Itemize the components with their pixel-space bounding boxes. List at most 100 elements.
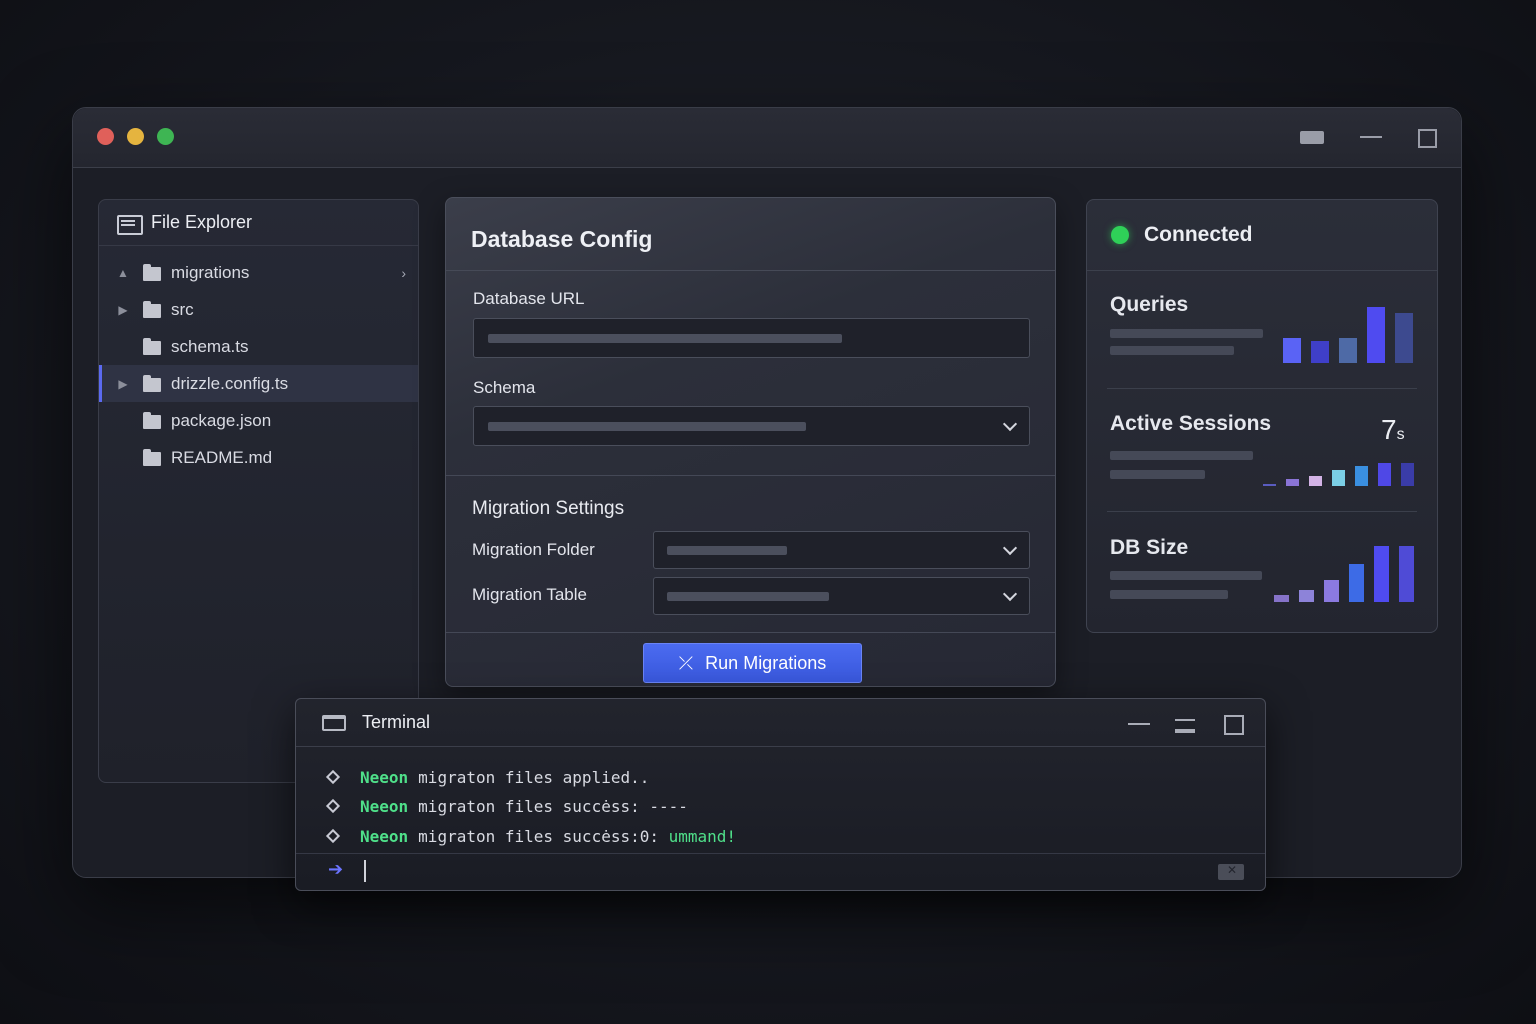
divider [296,853,1265,854]
chart-bar [1332,470,1345,486]
tree-item-label: package.json [171,410,272,430]
output-command: ummand! [668,826,737,846]
output-keyword: Neeon [360,826,409,846]
chart-bar [1367,307,1385,363]
tree-item-label: README.md [171,447,273,467]
run-migrations-button[interactable]: ⤫ Run Migrations [643,643,862,683]
sessions-mini-chart [1263,460,1417,486]
chart-bar [1339,338,1357,363]
chart-bar [1311,341,1329,363]
terminal-icon [322,714,346,731]
migration-table-label: Migration Table [472,585,587,604]
redacted-value [1110,470,1205,479]
file-tree: ▲ migrations › ▶ src schema.ts ▶ drizzle… [99,246,418,476]
expand-arrow-icon [117,452,129,464]
database-config-title: Database Config [446,198,1055,271]
chevron-down-icon [1002,416,1018,432]
tree-item-label: schema.ts [171,336,249,356]
terminal-title: Terminal [362,712,431,732]
queries-mini-chart [1283,307,1417,363]
expand-arrow-icon[interactable]: ▶ [117,304,129,316]
metric-queries: Queries [1087,271,1437,389]
tree-item-src[interactable]: ▶ src [99,291,418,328]
diamond-icon [325,828,341,844]
chart-bar [1355,466,1368,486]
zoom-window-button[interactable] [157,128,174,145]
redacted-value [667,592,829,601]
redacted-value [488,422,806,431]
redacted-value [1110,590,1228,599]
active-sessions-value: 7s [1381,414,1405,446]
metric-title: DB Size [1110,536,1189,559]
chart-bar [1309,476,1322,486]
chart-bar [1283,338,1301,363]
maximize-icon[interactable] [1413,126,1441,148]
chart-bar [1286,479,1299,486]
divider [1107,388,1417,389]
db-size-mini-chart [1274,546,1417,602]
terminal-header: Terminal [296,699,1265,747]
chevron-down-icon [1002,586,1018,602]
output-text: migraton files applied.. [418,767,650,787]
tree-item-drizzle-config[interactable]: ▶ drizzle.config.ts [99,365,418,402]
redacted-value [667,546,787,555]
tree-item-schema-ts[interactable]: schema.ts [99,328,418,365]
file-icon [143,338,161,355]
database-url-label: Database URL [473,289,585,308]
file-icon [143,375,161,392]
chart-bar [1374,546,1389,602]
chevron-down-icon [1002,540,1018,556]
file-icon [143,412,161,429]
layout-icon[interactable] [1298,126,1326,148]
file-explorer-title: File Explorer [151,212,253,232]
chart-bar [1349,564,1364,602]
metric-db-size: DB Size [1087,512,1437,632]
redacted-value [1110,451,1253,460]
schema-select[interactable] [473,406,1030,446]
chart-bar [1401,463,1414,486]
chart-bar [1399,546,1414,602]
clear-icon[interactable] [1218,863,1244,880]
expand-arrow-icon [117,341,129,353]
terminal-input-cursor[interactable] [364,860,366,882]
migration-table-select[interactable] [653,577,1030,615]
database-config-panel: Database Config Database URL Schema Migr… [445,197,1056,687]
tree-item-package-json[interactable]: package.json [99,402,418,439]
terminal-panel: Terminal Neeon migraton files applied.. … [295,698,1266,891]
maximize-icon[interactable] [1222,714,1246,735]
redacted-value [1110,346,1234,355]
tree-item-label: drizzle.config.ts [171,373,289,393]
minimize-icon[interactable] [1127,714,1151,732]
expand-arrow-icon[interactable]: ▲ [117,267,129,279]
database-url-input[interactable] [473,318,1030,358]
chart-bar [1274,595,1289,602]
migration-folder-select[interactable] [653,531,1030,569]
active-sessions-unit: s [1396,426,1405,443]
output-keyword: Neeon [360,767,409,787]
metric-title: Active Sessions [1110,412,1272,435]
divider [446,475,1055,476]
chevron-right-icon: › [401,264,406,281]
close-window-button[interactable] [97,128,114,145]
folder-icon [143,301,161,318]
redacted-value [1110,329,1263,338]
tree-item-readme[interactable]: README.md [99,439,418,476]
file-list-icon [117,214,143,235]
migration-settings-title: Migration Settings [472,498,625,519]
restore-icon[interactable] [1174,714,1198,733]
minimize-window-button[interactable] [127,128,144,145]
expand-arrow-icon[interactable]: ▶ [117,378,129,390]
output-text: migraton files succėss: ---- [418,796,688,816]
terminal-output-line: Neeon migraton files applied.. [325,765,650,789]
status-dot-icon [1111,226,1129,244]
title-bar [73,108,1461,168]
tree-item-migrations[interactable]: ▲ migrations › [99,254,418,291]
divider [446,632,1055,633]
connection-status-panel: Connected Queries Active Sessions 7s DB … [1086,199,1438,633]
schema-label: Schema [473,378,536,397]
minimize-icon[interactable] [1358,126,1386,148]
file-icon [143,449,161,466]
metric-title: Queries [1110,293,1189,316]
diamond-icon [325,798,341,814]
chart-bar [1395,313,1413,363]
